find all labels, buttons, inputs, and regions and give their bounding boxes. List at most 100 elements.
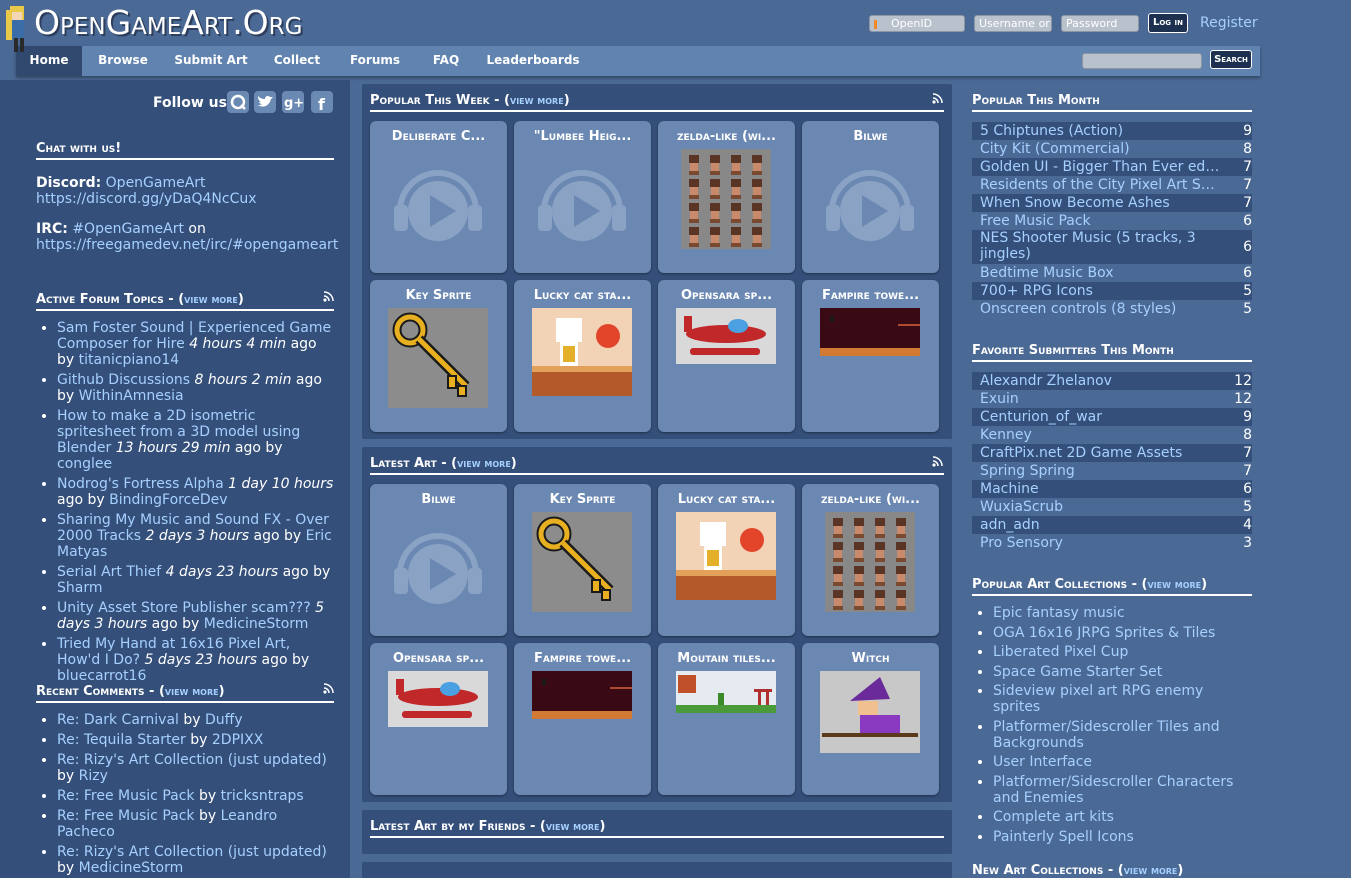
nav-leaderboards[interactable]: Leaderboards bbox=[486, 46, 580, 76]
rss-icon[interactable] bbox=[323, 291, 334, 302]
forum-topic-link[interactable]: Github Discussions bbox=[57, 372, 190, 388]
collection-link[interactable]: Platformer/Sidescroller Tiles and Backgr… bbox=[993, 719, 1220, 751]
ranked-row-link[interactable]: Bedtime Music Box bbox=[980, 264, 1220, 282]
collection-link[interactable]: Space Game Starter Set bbox=[993, 664, 1162, 680]
comment-user-link[interactable]: Duffy bbox=[205, 712, 243, 728]
ranked-row-link[interactable]: NES Shooter Music (5 tracks, 3 jingles) bbox=[980, 230, 1220, 262]
art-tile-title[interactable]: zelda-like (wi... bbox=[664, 129, 789, 144]
art-thumbnail[interactable] bbox=[820, 671, 920, 757]
art-tile-title[interactable]: Witch bbox=[808, 651, 933, 666]
twitter-icon[interactable] bbox=[253, 90, 277, 114]
comment-link[interactable]: Re: Rizy's Art Collection (just updated) bbox=[57, 844, 327, 860]
nav-submit-art[interactable]: Submit Art bbox=[174, 46, 248, 76]
ranked-row-link[interactable]: CraftPix.net 2D Game Assets bbox=[980, 444, 1220, 462]
ranked-row-link[interactable]: When Snow Become Ashes bbox=[980, 194, 1220, 212]
ranked-row-link[interactable]: 5 Chiptunes (Action) bbox=[980, 122, 1220, 140]
ranked-row-link[interactable]: Alexandr Zhelanov bbox=[980, 372, 1220, 390]
collections-view-more-link[interactable]: view more bbox=[1147, 578, 1201, 591]
art-tile-title[interactable]: Lucky cat sta... bbox=[520, 288, 645, 303]
ranked-row-link[interactable]: Spring Spring bbox=[980, 462, 1220, 480]
collection-link[interactable]: User Interface bbox=[993, 754, 1092, 770]
art-thumbnail[interactable] bbox=[532, 671, 632, 723]
art-thumbnail[interactable] bbox=[532, 308, 632, 400]
comments-view-more-link[interactable]: view more bbox=[165, 685, 219, 698]
art-thumbnail[interactable] bbox=[388, 308, 488, 412]
art-tile-title[interactable]: Deliberate C... bbox=[376, 129, 501, 144]
art-thumbnail[interactable] bbox=[820, 308, 920, 360]
art-tile[interactable]: Witch bbox=[802, 643, 939, 795]
art-tile[interactable]: zelda-like (wi... bbox=[802, 484, 939, 636]
collection-link[interactable]: Liberated Pixel Cup bbox=[993, 644, 1128, 660]
art-tile[interactable]: Key Sprite bbox=[514, 484, 651, 636]
art-tile-title[interactable]: Key Sprite bbox=[520, 492, 645, 507]
forum-topic-link[interactable]: Nodrog's Fortress Alpha bbox=[57, 476, 224, 492]
art-tile-title[interactable]: "Lumbee Heig... bbox=[520, 129, 645, 144]
art-thumbnail[interactable] bbox=[388, 512, 488, 616]
art-thumbnail[interactable] bbox=[676, 512, 776, 604]
forum-topic-link[interactable]: Serial Art Thief bbox=[57, 564, 161, 580]
new-collections-view-more-link[interactable]: view more bbox=[1124, 864, 1178, 877]
ranked-row-link[interactable]: adn_adn bbox=[980, 516, 1220, 534]
comment-link[interactable]: Re: Tequila Starter bbox=[57, 732, 186, 748]
discord-link[interactable]: OpenGameArt bbox=[106, 175, 206, 191]
ranked-row-link[interactable]: Machine bbox=[980, 480, 1220, 498]
art-tile[interactable]: Opensara sp... bbox=[658, 280, 795, 432]
comment-user-link[interactable]: tricksntraps bbox=[221, 788, 304, 804]
art-thumbnail[interactable] bbox=[681, 149, 771, 253]
forum-topic-link[interactable]: Unity Asset Store Publisher scam??? bbox=[57, 600, 311, 616]
art-tile-title[interactable]: Opensara sp... bbox=[376, 651, 501, 666]
forum-topic-user-link[interactable]: conglee bbox=[57, 456, 112, 472]
forum-topic-user-link[interactable]: Sharm bbox=[57, 580, 103, 596]
forum-topic-user-link[interactable]: WithinAmnesia bbox=[79, 388, 184, 404]
art-tile-title[interactable]: Lucky cat sta... bbox=[664, 492, 789, 507]
art-tile-title[interactable]: Bilwe bbox=[808, 129, 933, 144]
art-thumbnail[interactable] bbox=[388, 149, 488, 253]
comment-user-link[interactable]: Rizy bbox=[79, 768, 108, 784]
art-tile[interactable]: Lucky cat sta... bbox=[514, 280, 651, 432]
forum-view-more-link[interactable]: view more bbox=[184, 293, 238, 306]
login-button[interactable]: Log in bbox=[1148, 13, 1188, 33]
art-tile[interactable]: Key Sprite bbox=[370, 280, 507, 432]
art-tile[interactable]: Moutain tiles... bbox=[658, 643, 795, 795]
ranked-row-link[interactable]: WuxiaScrub bbox=[980, 498, 1220, 516]
art-tile-title[interactable]: Fampire towe... bbox=[808, 288, 933, 303]
rss-icon[interactable] bbox=[932, 456, 943, 467]
art-tile-title[interactable]: Opensara sp... bbox=[664, 288, 789, 303]
art-thumbnail[interactable] bbox=[676, 308, 776, 368]
logo-sprite-icon[interactable] bbox=[2, 4, 32, 62]
password-field[interactable]: Password bbox=[1061, 15, 1139, 32]
art-tile[interactable]: Lucky cat sta... bbox=[658, 484, 795, 636]
art-tile-title[interactable]: Bilwe bbox=[376, 492, 501, 507]
irc-link[interactable]: #OpenGameArt bbox=[72, 221, 184, 237]
collection-link[interactable]: Sideview pixel art RPG enemy sprites bbox=[993, 683, 1203, 715]
art-tile-title[interactable]: Moutain tiles... bbox=[664, 651, 789, 666]
openid-field[interactable]: OpenID bbox=[869, 15, 965, 32]
art-tile[interactable]: Bilwe bbox=[370, 484, 507, 636]
forum-topic-user-link[interactable]: BindingForceDev bbox=[109, 492, 227, 508]
collection-link[interactable]: OGA 16x16 JRPG Sprites & Tiles bbox=[993, 625, 1215, 641]
art-tile[interactable]: Fampire towe... bbox=[802, 280, 939, 432]
art-tile[interactable]: "Lumbee Heig... bbox=[514, 121, 651, 273]
art-tile-title[interactable]: zelda-like (wi... bbox=[808, 492, 933, 507]
nav-browse[interactable]: Browse bbox=[92, 46, 154, 76]
search-input[interactable] bbox=[1082, 53, 1202, 69]
ranked-row-link[interactable]: Free Music Pack bbox=[980, 212, 1220, 230]
irc-url-link[interactable]: https://freegamedev.net/irc/#opengameart bbox=[36, 237, 338, 253]
art-thumbnail[interactable] bbox=[388, 671, 488, 731]
site-logo-text[interactable]: OpenGameArt.Org bbox=[34, 3, 302, 42]
art-thumbnail[interactable] bbox=[820, 149, 920, 253]
art-tile[interactable]: Deliberate C... bbox=[370, 121, 507, 273]
ranked-row-link[interactable]: Residents of the City Pixel Art Sprite..… bbox=[980, 176, 1220, 194]
ranked-row-link[interactable]: Exuin bbox=[980, 390, 1220, 408]
friends-view-more-link[interactable]: view more bbox=[546, 820, 600, 833]
collection-link[interactable]: Painterly Spell Icons bbox=[993, 829, 1134, 845]
nav-forums[interactable]: Forums bbox=[346, 46, 404, 76]
art-tile[interactable]: Opensara sp... bbox=[370, 643, 507, 795]
collection-link[interactable]: Epic fantasy music bbox=[993, 605, 1125, 621]
collection-link[interactable]: Complete art kits bbox=[993, 809, 1114, 825]
comment-link[interactable]: Re: Free Music Pack bbox=[57, 808, 195, 824]
ranked-row-link[interactable]: Onscreen controls (8 styles) bbox=[980, 300, 1220, 318]
art-tile-title[interactable]: Key Sprite bbox=[376, 288, 501, 303]
art-thumbnail[interactable] bbox=[825, 512, 915, 616]
register-link[interactable]: Register bbox=[1200, 15, 1258, 31]
